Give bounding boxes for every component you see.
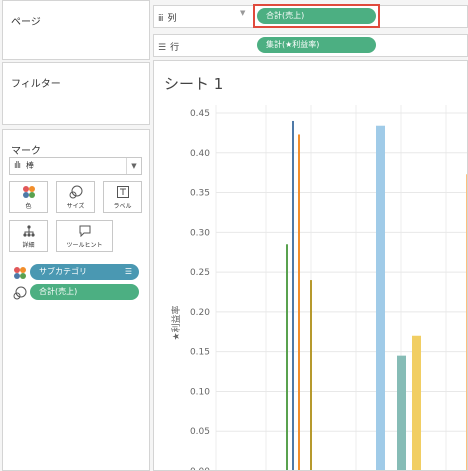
bar-chart[interactable]: 0.45 0.40 0.35 0.30 0.25 0.20 0.15 0.10 0.05 0.00… [154, 61, 468, 471]
detail-button[interactable]: 詳細 [9, 220, 48, 252]
columns-sales-pill[interactable]: 合計(売上) [257, 8, 376, 24]
tooltip-label: ツールヒント [66, 242, 103, 249]
color-dots-icon [10, 183, 47, 201]
bar-chart-icon: ıllı [14, 161, 21, 171]
y-tick-label: 0.10 [190, 387, 210, 397]
rows-profit-pill[interactable]: 集計(★利益率) [257, 37, 376, 53]
color-button[interactable]: 色 [9, 181, 48, 213]
filters-panel[interactable]: フィルター [2, 62, 150, 125]
y-tick-label: 0.00 [190, 467, 210, 471]
chevron-down-icon[interactable]: ▼ [126, 158, 141, 174]
chevron-down-icon[interactable]: ▼ [240, 9, 245, 17]
sales-size-pill-label: 合計(売上) [39, 287, 78, 296]
bar-mark[interactable] [298, 134, 300, 471]
y-tick-label: 0.30 [190, 228, 210, 238]
tooltip-icon [57, 222, 112, 240]
bar-mark[interactable] [286, 244, 288, 471]
y-tick-label: 0.25 [190, 268, 210, 278]
label-button[interactable]: ラベル [103, 181, 142, 213]
y-axis-label: ★利益率 [170, 305, 182, 340]
subcategory-pill[interactable]: サブカテゴリ ☰ [30, 264, 139, 280]
color-label: 色 [25, 203, 32, 210]
detail-icon [10, 222, 47, 240]
sales-size-pill[interactable]: 合計(売上) [30, 284, 139, 300]
marks-title: マーク [11, 146, 41, 157]
label-T-icon [104, 183, 141, 201]
columns-icon: iii [158, 14, 163, 24]
bar-mark[interactable] [397, 355, 406, 471]
y-tick-label: 0.15 [190, 348, 210, 358]
y-tick-label: 0.35 [190, 189, 210, 199]
sort-icon: ☰ [124, 267, 132, 276]
y-tick-label: 0.45 [190, 109, 210, 119]
columns-label: 列 [167, 14, 177, 24]
subcategory-pill-label: サブカテゴリ [39, 267, 87, 276]
bar-mark[interactable] [412, 335, 421, 471]
pages-panel[interactable]: ページ [2, 0, 150, 60]
sheet-area[interactable]: シート 1 0.45 0.40 0.35 0.30 0.25 0.20 0.15 0.10 0.… [153, 60, 468, 471]
size-icon [13, 285, 27, 304]
columns-pill-label: 合計(売上) [266, 11, 305, 20]
bar-mark[interactable] [310, 280, 312, 471]
bar-mark[interactable] [292, 120, 294, 471]
mark-type-select[interactable]: ıllı 棒 ▼ [9, 157, 142, 175]
size-label: サイズ [66, 203, 85, 210]
rows-label: 行 [170, 43, 180, 53]
filters-title: フィルター [11, 79, 61, 90]
tooltip-button[interactable]: ツールヒント [56, 220, 113, 252]
rows-pill-label: 集計(★利益率) [266, 40, 320, 49]
y-tick-label: 0.40 [190, 149, 210, 159]
bar-mark[interactable] [376, 125, 385, 471]
y-tick-label: 0.20 [190, 308, 210, 318]
color-dots-icon [13, 265, 27, 284]
detail-label: 詳細 [22, 242, 35, 249]
rows-icon: ☰ [158, 43, 166, 53]
size-button[interactable]: サイズ [56, 181, 95, 213]
size-icon [57, 183, 94, 201]
label-label: ラベル [113, 203, 132, 210]
mark-type-label: 棒 [26, 161, 34, 170]
y-tick-label: 0.05 [190, 427, 210, 437]
pages-title: ページ [11, 17, 41, 28]
